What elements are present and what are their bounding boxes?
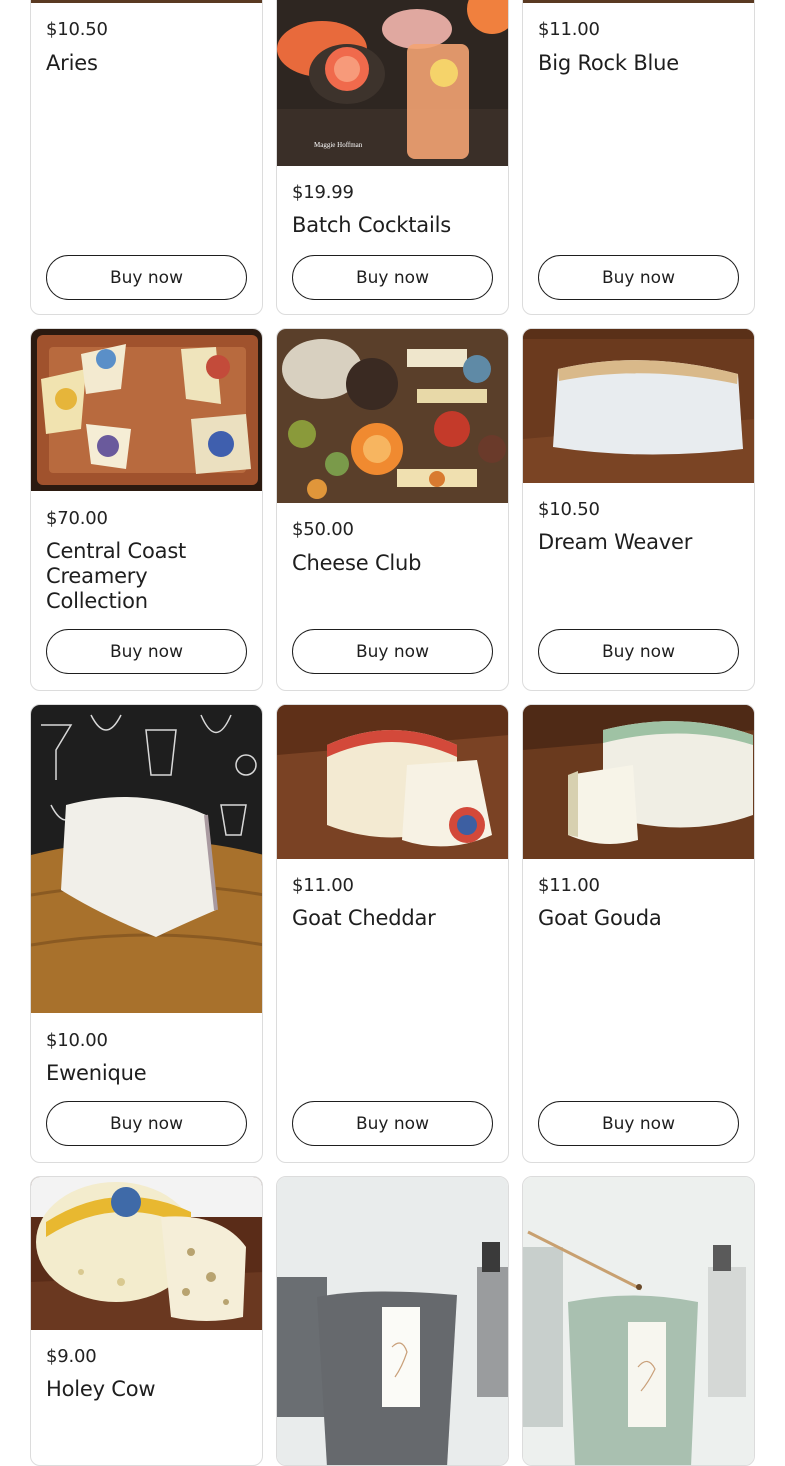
product-price: $11.00 (538, 19, 600, 40)
product-card[interactable]: $10.50 Dream Weaver Buy now (522, 328, 755, 691)
product-name: Holey Cow (46, 1377, 156, 1401)
product-image-strip (31, 0, 262, 3)
product-image[interactable] (523, 705, 754, 859)
product-card[interactable]: $10.50 Aries Buy now (30, 0, 263, 315)
product-name: Batch Cocktails (292, 213, 451, 237)
product-image[interactable] (31, 705, 262, 1013)
product-name: Central Coast Creamery Collection (46, 539, 187, 613)
product-card[interactable]: Maggie Hoffman $19.99 Batch Cocktails Bu… (276, 0, 509, 315)
product-image[interactable] (277, 329, 508, 503)
product-price: $11.00 (538, 875, 600, 896)
buy-now-button[interactable]: Buy now (46, 255, 247, 300)
product-image[interactable] (31, 329, 262, 491)
product-name: Cheese Club (292, 551, 422, 575)
buy-now-button[interactable]: Buy now (46, 629, 247, 674)
product-price: $19.99 (292, 182, 354, 203)
product-name: Aries (46, 51, 98, 75)
product-card[interactable]: $10.00 Ewenique Buy now (30, 704, 263, 1163)
buy-now-button[interactable]: Buy now (538, 255, 739, 300)
buy-now-button[interactable]: Buy now (46, 1101, 247, 1146)
product-price: $9.00 (46, 1346, 97, 1367)
product-card[interactable]: $11.00 Goat Cheddar Buy now (276, 704, 509, 1163)
image-caption: Maggie Hoffman (314, 141, 363, 149)
product-price: $50.00 (292, 519, 354, 540)
product-card[interactable]: $9.00 Holey Cow (30, 1176, 263, 1466)
buy-now-button[interactable]: Buy now (292, 629, 493, 674)
product-card[interactable]: $50.00 Cheese Club Buy now (276, 328, 509, 691)
product-price: $11.00 (292, 875, 354, 896)
product-card[interactable]: $11.00 Goat Gouda Buy now (522, 704, 755, 1163)
product-image[interactable] (31, 1177, 262, 1330)
product-image[interactable]: Maggie Hoffman (277, 0, 508, 166)
buy-now-button[interactable]: Buy now (538, 629, 739, 674)
product-image[interactable] (523, 329, 754, 483)
product-image[interactable] (523, 1177, 754, 1465)
product-price: $10.50 (46, 19, 108, 40)
buy-now-button[interactable]: Buy now (292, 255, 493, 300)
buy-now-button[interactable]: Buy now (538, 1101, 739, 1146)
product-card[interactable] (522, 1176, 755, 1466)
product-name: Goat Cheddar (292, 906, 436, 930)
product-image-strip (523, 0, 754, 3)
product-price: $10.00 (46, 1030, 108, 1051)
product-name: Big Rock Blue (538, 51, 679, 75)
product-card[interactable]: $11.00 Big Rock Blue Buy now (522, 0, 755, 315)
product-card[interactable]: $70.00 Central Coast Creamery Collection… (30, 328, 263, 691)
product-card[interactable] (276, 1176, 509, 1466)
product-price: $70.00 (46, 508, 108, 529)
product-name: Goat Gouda (538, 906, 662, 930)
product-price: $10.50 (538, 499, 600, 520)
product-name: Ewenique (46, 1061, 147, 1085)
product-name: Dream Weaver (538, 530, 693, 554)
product-image[interactable] (277, 705, 508, 859)
buy-now-button[interactable]: Buy now (292, 1101, 493, 1146)
product-image[interactable] (277, 1177, 508, 1465)
